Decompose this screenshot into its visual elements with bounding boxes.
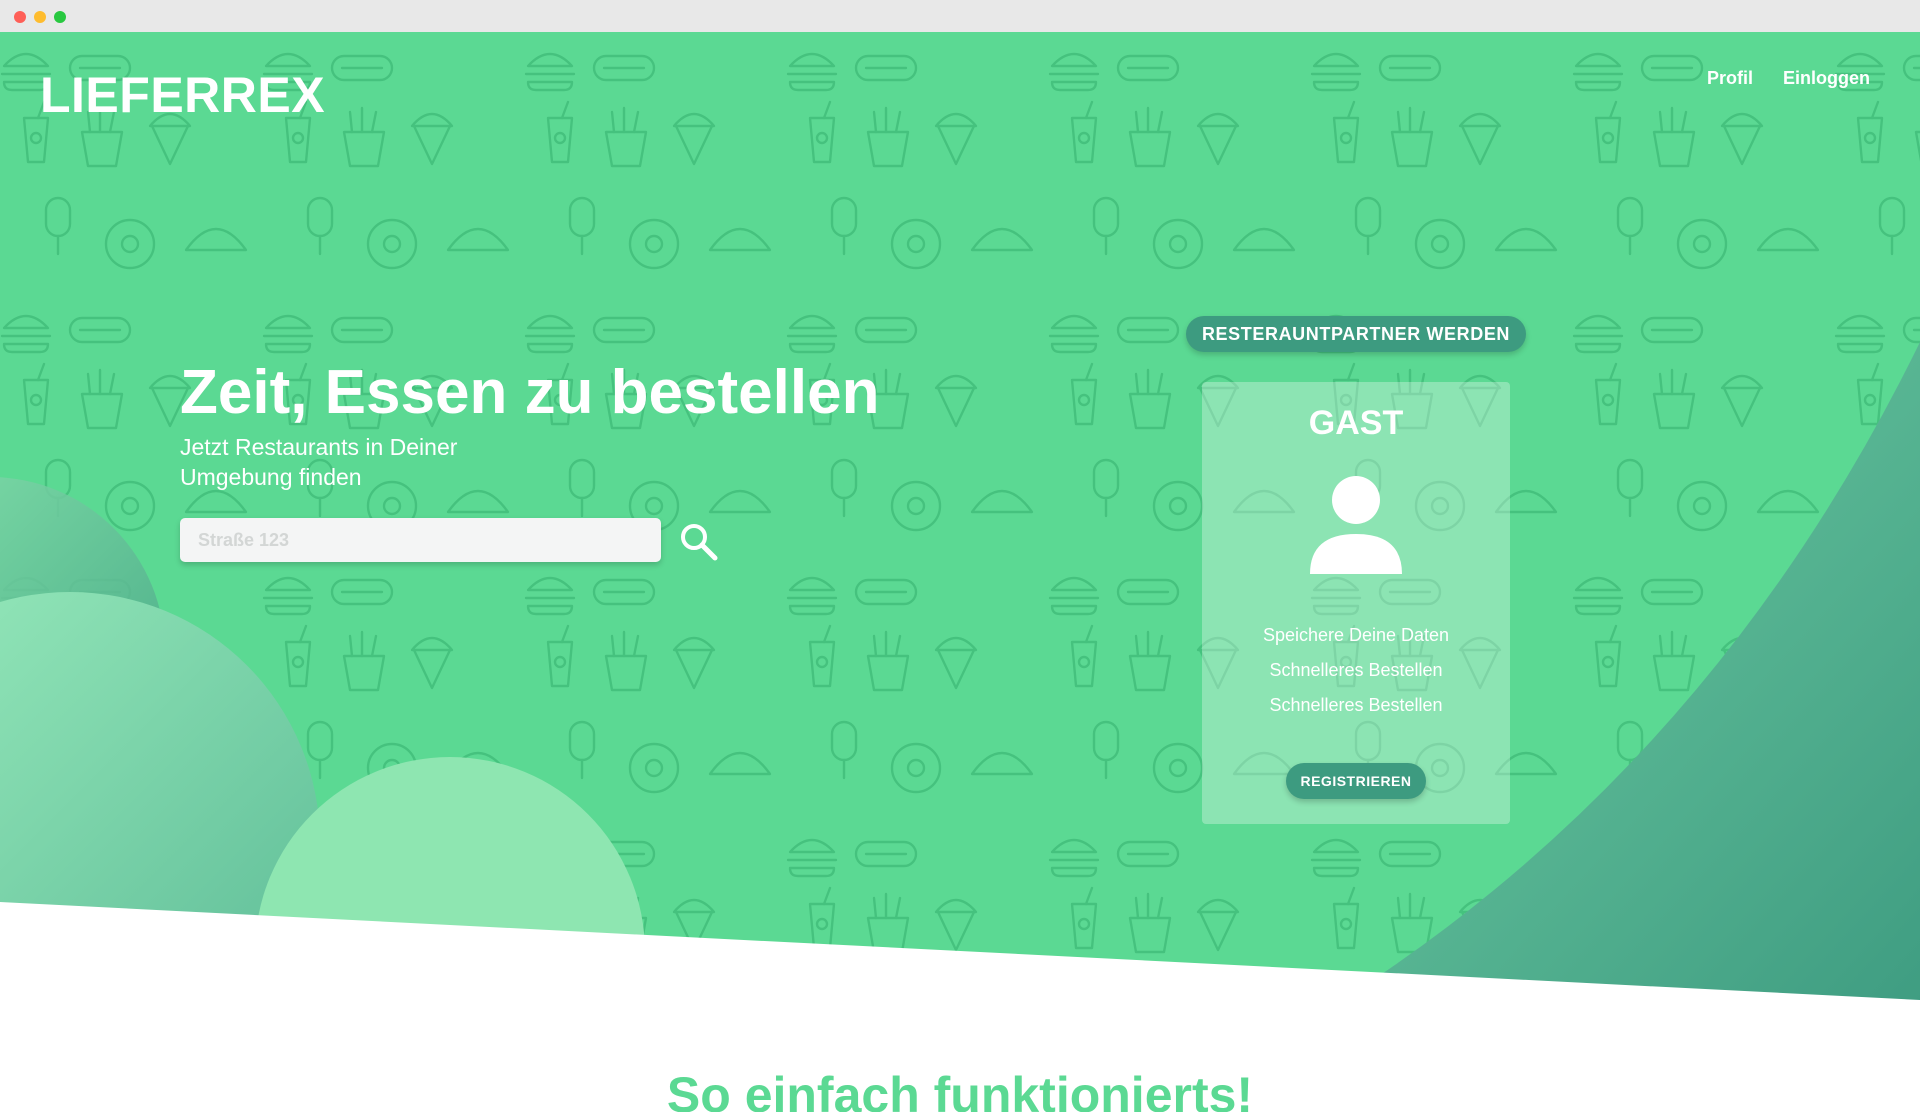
hero-section: LIEFERREX Profil Einloggen Zeit, Essen z…	[0, 32, 1920, 1112]
window-close-dot[interactable]	[14, 11, 26, 23]
address-search-input[interactable]	[180, 518, 661, 562]
hero-subline: Jetzt Restaurants in Deiner Umgebung fin…	[180, 434, 458, 490]
benefit-item: Schnelleres Bestellen	[1269, 695, 1443, 715]
benefit-item: Schnelleres Bestellen	[1269, 660, 1443, 680]
brand-logo[interactable]: LIEFERREX	[40, 66, 325, 124]
browser-title-bar	[0, 0, 1920, 32]
search-icon	[681, 524, 718, 561]
top-nav: Profil Einloggen	[1707, 68, 1870, 89]
guest-card: GAST Speichere Deine Daten Schnelleres B…	[1202, 382, 1510, 824]
search-button[interactable]	[675, 520, 723, 564]
guest-card-title: GAST	[1308, 404, 1404, 442]
guest-benefits-list: Speichere Deine Daten Schnelleres Bestel…	[1202, 618, 1510, 723]
user-icon	[1310, 476, 1402, 574]
nav-login-link[interactable]: Einloggen	[1783, 68, 1870, 89]
how-it-works-title: So einfach funktionierts!	[666, 1067, 1254, 1112]
window-minimize-dot[interactable]	[34, 11, 46, 23]
decorative-shapes	[0, 342, 1920, 1112]
register-button[interactable]: REGISTRIEREN	[1286, 763, 1426, 799]
hero-headline: Zeit, Essen zu bestellen	[180, 358, 880, 427]
become-partner-button[interactable]: RESTERAUNTPARTNER WERDEN	[1186, 316, 1526, 352]
nav-profile-link[interactable]: Profil	[1707, 68, 1753, 89]
benefit-item: Speichere Deine Daten	[1262, 625, 1450, 645]
window-maximize-dot[interactable]	[54, 11, 66, 23]
